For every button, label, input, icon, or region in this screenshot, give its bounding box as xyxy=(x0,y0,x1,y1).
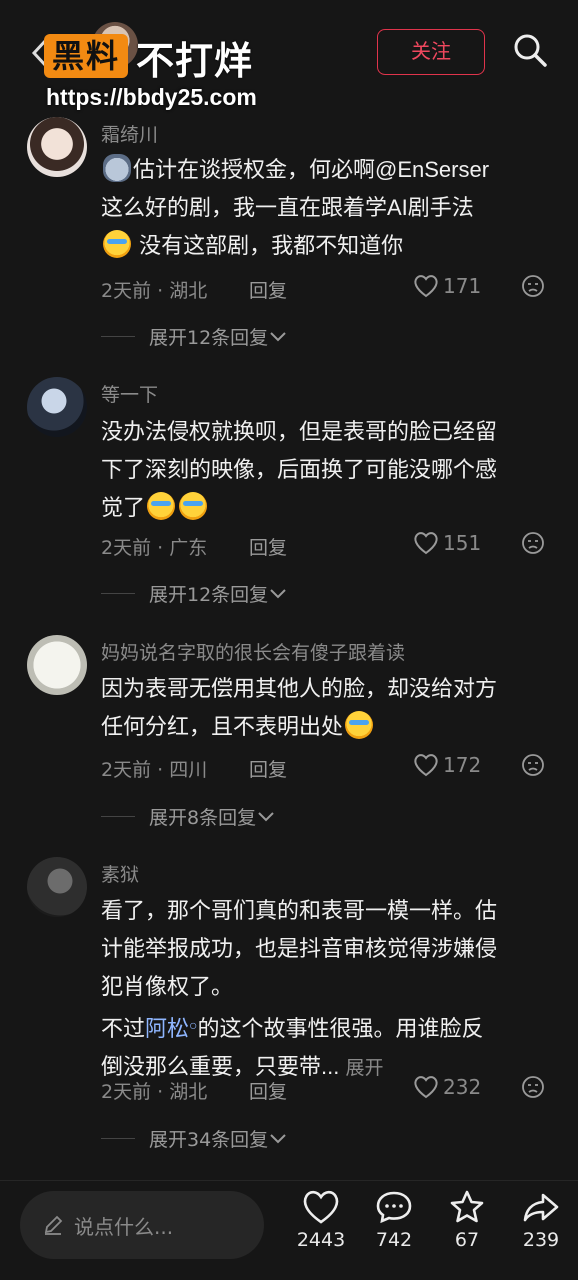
commenter-avatar[interactable] xyxy=(27,377,87,437)
comment-meta: 2天前 · 湖北 回复 232 xyxy=(101,1075,551,1107)
commenter-name[interactable]: 等一下 xyxy=(101,380,158,407)
like-count: 171 xyxy=(443,274,482,298)
cat-emoji-icon xyxy=(103,154,131,182)
dislike-icon[interactable] xyxy=(521,753,545,782)
mention-link[interactable]: 阿松 xyxy=(145,1016,189,1041)
bottom-action-bar: 说点什么... 2443 742 67 239 xyxy=(0,1180,578,1280)
share-total: 239 xyxy=(522,1229,560,1251)
divider xyxy=(101,336,135,337)
follow-button[interactable]: 关注 xyxy=(377,29,485,75)
like-action[interactable]: 2443 xyxy=(286,1189,356,1251)
comment-input-placeholder: 说点什么... xyxy=(74,1214,174,1239)
comment-text: 没办法侵权就换呗，但是表哥的脸已经留 下了深刻的映像，后面换了可能没哪个感 觉了 xyxy=(101,419,498,520)
like-count: 151 xyxy=(443,531,482,555)
expand-text-button[interactable]: 展开 xyxy=(345,1058,383,1079)
heart-icon xyxy=(303,1190,339,1224)
commenter-avatar[interactable] xyxy=(27,635,87,695)
search-icon[interactable] xyxy=(512,32,548,72)
chevron-down-icon xyxy=(270,1133,286,1143)
comment-meta: 2天前 · 湖北 回复 171 xyxy=(101,274,551,306)
like-button[interactable]: 151 xyxy=(413,531,481,555)
reply-button[interactable]: 回复 xyxy=(249,755,287,782)
favorite-action[interactable]: 67 xyxy=(432,1189,502,1251)
commenter-avatar[interactable] xyxy=(27,117,87,177)
comment-text: 看了，那个哥们真的和表哥一模一样。估 计能举报成功，也是抖音审核觉得涉嫌侵 犯肖… xyxy=(101,898,498,1079)
commenter-avatar[interactable] xyxy=(27,857,87,917)
top-header: 黑料 不打烊 https://bbdy25.com 关注 xyxy=(0,0,578,118)
watermark-url: https://bbdy25.com xyxy=(46,84,257,110)
favorite-total: 67 xyxy=(454,1229,480,1251)
comment-date-location: 2天前 · 湖北 xyxy=(101,280,208,302)
like-button[interactable]: 232 xyxy=(413,1075,481,1099)
share-action[interactable]: 239 xyxy=(506,1189,576,1251)
like-button[interactable]: 172 xyxy=(413,753,481,777)
watermark-logo: 黑料 xyxy=(44,34,129,78)
heart-icon xyxy=(414,275,438,298)
divider xyxy=(101,593,135,594)
laugh-cry-emoji-icon xyxy=(147,492,176,520)
like-count: 232 xyxy=(443,1075,482,1099)
like-count: 172 xyxy=(443,753,482,777)
expand-replies[interactable]: 展开12条回复 xyxy=(101,323,288,350)
search-small-icon: ○ xyxy=(189,1017,198,1033)
commenter-name[interactable]: 妈妈说名字取的很长会有傻子跟着读 xyxy=(101,638,405,665)
laugh-cry-emoji-icon xyxy=(345,711,374,739)
expand-replies[interactable]: 展开34条回复 xyxy=(101,1125,288,1152)
comment-date-location: 2天前 · 广东 xyxy=(101,537,208,559)
divider xyxy=(101,1138,135,1139)
laugh-cry-emoji-icon xyxy=(179,492,208,520)
commenter-name[interactable]: 霜绮川 xyxy=(101,120,158,147)
chevron-down-icon xyxy=(258,811,274,821)
dislike-icon[interactable] xyxy=(521,1075,545,1104)
heart-icon xyxy=(414,1076,438,1099)
watermark-logo-text: 不打烊 xyxy=(136,39,254,83)
reply-button[interactable]: 回复 xyxy=(249,533,287,560)
heart-icon xyxy=(414,754,438,777)
dislike-icon[interactable] xyxy=(521,531,545,560)
comment-bubble-icon xyxy=(376,1191,412,1224)
comment-date-location: 2天前 · 湖北 xyxy=(101,1081,208,1103)
reply-button[interactable]: 回复 xyxy=(249,1077,287,1104)
crying-emoji-icon xyxy=(103,230,131,258)
comment-text: 估计在谈授权金，何必啊@EnSerser 这么好的剧，我一直在跟着学AI剧手法 … xyxy=(101,151,551,265)
share-arrow-icon xyxy=(523,1193,559,1222)
like-total: 2443 xyxy=(296,1229,346,1251)
comment-meta: 2天前 · 广东 回复 151 xyxy=(101,531,551,563)
commenter-name[interactable]: 素狱 xyxy=(101,860,139,887)
expand-replies[interactable]: 展开8条回复 xyxy=(101,803,276,830)
like-button[interactable]: 171 xyxy=(413,274,481,298)
heart-icon xyxy=(414,532,438,555)
pencil-icon xyxy=(44,1215,63,1235)
comment-date-location: 2天前 · 四川 xyxy=(101,759,208,781)
comment-meta: 2天前 · 四川 回复 172 xyxy=(101,753,551,785)
comment-text: 因为表哥无偿用其他人的脸，却没给对方 任何分红，且不表明出处 xyxy=(101,676,498,739)
dislike-icon[interactable] xyxy=(521,274,545,303)
divider xyxy=(101,816,135,817)
comment-total: 742 xyxy=(375,1229,413,1251)
comment-action[interactable]: 742 xyxy=(359,1189,429,1251)
reply-button[interactable]: 回复 xyxy=(249,276,287,303)
star-icon xyxy=(450,1190,484,1223)
chevron-down-icon xyxy=(270,588,286,598)
expand-replies[interactable]: 展开12条回复 xyxy=(101,580,288,607)
chevron-down-icon xyxy=(270,331,286,341)
comment-input[interactable]: 说点什么... xyxy=(20,1191,264,1259)
